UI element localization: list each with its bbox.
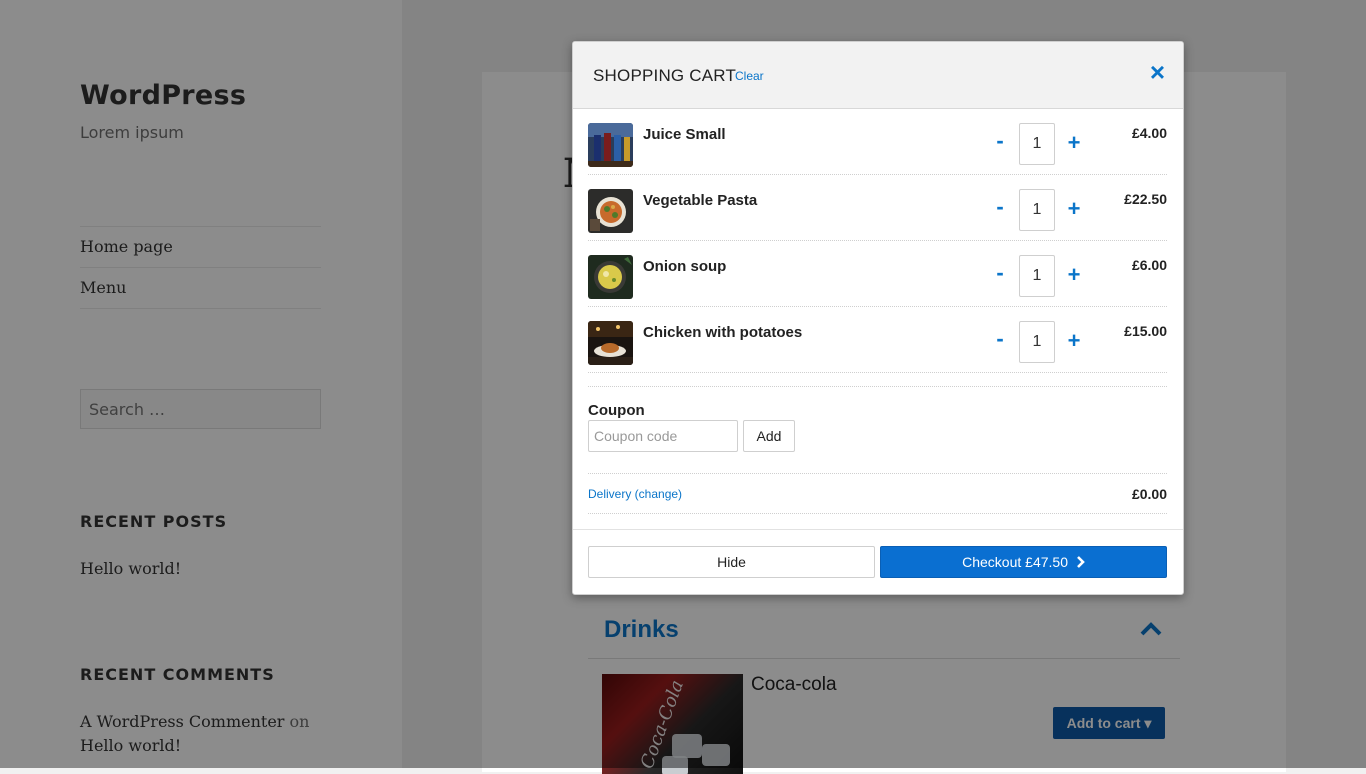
modal-header: SHOPPING CART Clear × xyxy=(573,42,1183,109)
cart-item-name: Chicken with potatoes xyxy=(643,324,803,341)
clear-cart-link[interactable]: Clear xyxy=(735,69,764,83)
increase-quantity-button[interactable]: + xyxy=(1064,198,1084,220)
decrease-quantity-button[interactable]: - xyxy=(993,196,1007,218)
delivery-change-link[interactable]: Delivery (change) xyxy=(588,487,682,501)
increase-quantity-button[interactable]: + xyxy=(1064,264,1084,286)
apply-coupon-button[interactable]: Add xyxy=(743,420,795,452)
chevron-right-icon xyxy=(1072,554,1085,570)
quantity-input[interactable] xyxy=(1019,123,1055,165)
cart-item: Chicken with potatoes - + £15.00 xyxy=(588,306,1167,373)
coupon-section: Coupon Add xyxy=(588,386,1167,474)
delivery-row: Delivery (change) £0.00 xyxy=(588,473,1167,514)
quantity-input[interactable] xyxy=(1019,255,1055,297)
checkout-button[interactable]: Checkout £47.50 xyxy=(880,546,1167,578)
delivery-price: £0.00 xyxy=(1131,486,1167,502)
cart-item-image xyxy=(588,123,633,167)
cart-item-price: £4.00 xyxy=(1131,125,1167,141)
increase-quantity-button[interactable]: + xyxy=(1064,132,1084,154)
cart-item-price: £6.00 xyxy=(1131,257,1167,273)
modal-title: SHOPPING CART xyxy=(593,66,737,85)
cart-item: Vegetable Pasta - + £22.50 xyxy=(588,174,1167,241)
decrease-quantity-button[interactable]: - xyxy=(993,130,1007,152)
decrease-quantity-button[interactable]: - xyxy=(993,262,1007,284)
quantity-input[interactable] xyxy=(1019,321,1055,363)
hide-cart-button[interactable]: Hide xyxy=(588,546,875,578)
cart-item: Juice Small - + £4.00 xyxy=(588,108,1167,175)
shopping-cart-modal: SHOPPING CART Clear × Juice Small - + £4… xyxy=(572,41,1184,595)
cart-item: Onion soup - + £6.00 xyxy=(588,240,1167,307)
coupon-label: Coupon xyxy=(588,402,645,419)
modal-footer: Hide Checkout £47.50 xyxy=(573,529,1183,594)
cart-item-image xyxy=(588,255,633,299)
close-icon[interactable]: × xyxy=(1150,59,1165,85)
quantity-input[interactable] xyxy=(1019,189,1055,231)
cart-item-name: Vegetable Pasta xyxy=(643,192,758,209)
cart-item-price: £15.00 xyxy=(1124,323,1167,339)
cart-item-image xyxy=(588,321,633,365)
checkout-label: Checkout £47.50 xyxy=(962,554,1068,570)
cart-item-name: Juice Small xyxy=(643,126,726,143)
cart-item-price: £22.50 xyxy=(1124,191,1167,207)
cart-item-name: Onion soup xyxy=(643,258,727,275)
increase-quantity-button[interactable]: + xyxy=(1064,330,1084,352)
decrease-quantity-button[interactable]: - xyxy=(993,328,1007,350)
coupon-code-input[interactable] xyxy=(588,420,738,452)
cart-item-image xyxy=(588,189,633,233)
